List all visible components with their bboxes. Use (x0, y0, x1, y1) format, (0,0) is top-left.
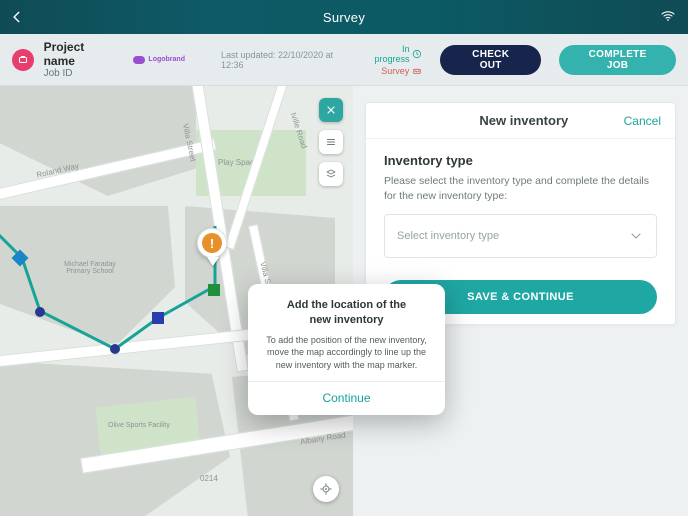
card-header: New inventory Cancel (366, 103, 675, 138)
map-locate-button[interactable] (313, 476, 339, 502)
map-node-handle[interactable] (110, 344, 120, 354)
warning-icon: ! (202, 233, 222, 253)
complete-job-button[interactable]: COMPLETE JOB (559, 45, 676, 75)
status-survey: Survey (381, 66, 409, 76)
project-icon (12, 49, 34, 71)
back-button[interactable] (6, 6, 28, 28)
cancel-button[interactable]: Cancel (624, 114, 661, 128)
map-marker-pin[interactable]: ! (197, 228, 229, 268)
project-name: Project name (44, 40, 118, 68)
section-title: Inventory type (384, 153, 657, 168)
map-close-button[interactable] (319, 98, 343, 122)
brand-label: Logobrand (148, 56, 185, 63)
status-block: In progress Survey (365, 44, 422, 76)
checkout-button[interactable]: CHECK OUT (440, 45, 541, 75)
project-header: Project name Job ID Logobrand Last updat… (0, 34, 688, 86)
modal-body: To add the position of the new inventory… (262, 334, 431, 372)
map-node-handle[interactable] (35, 307, 45, 317)
job-id: Job ID (44, 68, 118, 79)
map-layers-button[interactable] (319, 162, 343, 186)
status-in-progress: In progress (365, 44, 409, 64)
close-icon (325, 104, 337, 116)
last-updated: Last updated: 22/10/2020 at 12:36 (221, 50, 355, 70)
map-controls (319, 98, 343, 186)
modal-continue-button[interactable]: Continue (248, 381, 445, 415)
top-nav: Survey (0, 0, 688, 34)
body: Play Space Roland Way Iville Road Villa … (0, 86, 688, 516)
brand-mark-icon (133, 56, 145, 64)
chevron-left-icon (10, 10, 24, 24)
project-meta: Project name Job ID (44, 40, 118, 79)
inventory-type-select[interactable]: Select inventory type (384, 214, 657, 258)
inbox-icon (412, 66, 422, 76)
section-description: Please select the inventory type and com… (384, 174, 657, 204)
layers-icon (325, 168, 337, 180)
select-placeholder: Select inventory type (397, 230, 499, 242)
page-title: Survey (323, 10, 365, 25)
map-node-square-blue[interactable] (152, 312, 164, 324)
locate-icon (319, 482, 333, 496)
chevron-down-icon (628, 228, 644, 244)
clock-icon (412, 49, 422, 59)
location-modal: Add the location of the new inventory To… (248, 284, 445, 415)
modal-title: Add the location of the new inventory (262, 298, 431, 328)
list-icon (325, 136, 337, 148)
card-title: New inventory (424, 113, 624, 128)
map-node-square-green[interactable] (208, 284, 220, 296)
map-list-button[interactable] (319, 130, 343, 154)
brand-logo: Logobrand (133, 53, 185, 67)
wifi-icon (660, 8, 678, 26)
